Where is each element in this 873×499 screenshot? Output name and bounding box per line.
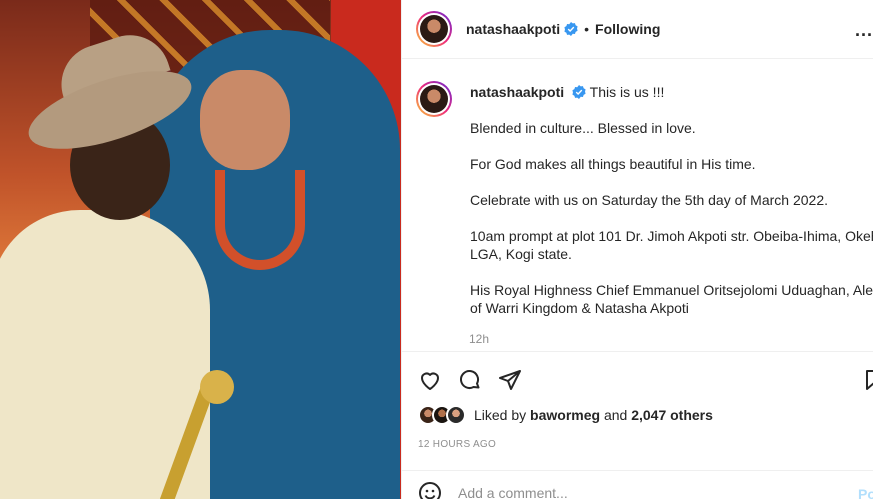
save-icon[interactable]: [862, 368, 873, 392]
photo-beads: [215, 170, 305, 270]
caption-relative-time[interactable]: 12h: [469, 332, 489, 346]
caption-line: This is us !!!: [589, 84, 665, 100]
verified-icon: [572, 85, 586, 99]
caption-paragraph: For God makes all things beautiful in Hi…: [470, 156, 756, 172]
more-icon[interactable]: ...: [855, 20, 873, 41]
photo-staff-top: [200, 370, 234, 404]
caption-username[interactable]: natashaakpoti: [470, 84, 564, 100]
emoji-icon[interactable]: [418, 481, 442, 499]
verified-icon: [564, 22, 578, 36]
caption-paragraph: 10am prompt at plot 101 Dr. Jimoh Akpoti…: [470, 228, 873, 244]
caption-paragraph-cont: LGA, Kogi state.: [470, 246, 572, 262]
photo-bride-face: [200, 70, 290, 170]
post-actions-bar: [402, 351, 873, 409]
comment-icon[interactable]: [458, 368, 482, 392]
post-comment-button[interactable]: Post: [858, 486, 873, 499]
avatar-image: [420, 15, 448, 43]
comment-bar: Post: [402, 470, 873, 499]
post-details-panel: natashaakpoti • Following ... natashaakp…: [401, 0, 873, 499]
caption-paragraph-cont: of Warri Kingdom & Natasha Akpoti: [470, 300, 689, 316]
caption-first-line: natashaakpoti This is us !!!: [470, 83, 873, 101]
caption-paragraph: Celebrate with us on Saturday the 5th da…: [470, 192, 828, 208]
comment-input[interactable]: [458, 485, 818, 499]
caption-text: natashaakpoti This is us !!! Blended in …: [470, 81, 873, 317]
post-header: natashaakpoti • Following ...: [402, 0, 873, 59]
header-username[interactable]: natashaakpoti: [466, 21, 560, 37]
likes-others-link[interactable]: 2,047 others: [631, 407, 713, 423]
liked-by-user[interactable]: bawormeg: [530, 407, 600, 423]
header-separator: •: [584, 21, 590, 37]
post-timestamp[interactable]: 12 HOURS AGO: [418, 439, 496, 450]
caption-paragraph: Blended in culture... Blessed in love.: [470, 120, 696, 136]
following-button[interactable]: Following: [595, 21, 660, 37]
caption-paragraph: His Royal Highness Chief Emmanuel Oritse…: [470, 282, 873, 298]
post-photo[interactable]: [0, 0, 401, 499]
avatar[interactable]: [416, 11, 452, 47]
likes-conjunction: and: [603, 407, 628, 423]
caption-avatar-ring-inner: [418, 83, 450, 115]
caption-avatar-image: [420, 85, 448, 113]
likes-row: Liked by bawormeg and 2,047 others: [418, 405, 713, 425]
post-caption: natashaakpoti This is us !!! Blended in …: [402, 59, 873, 351]
share-icon[interactable]: [498, 368, 522, 392]
caption-avatar[interactable]: [416, 81, 452, 117]
avatar-ring-inner: [418, 13, 450, 45]
heart-icon[interactable]: [418, 368, 442, 392]
liked-by-label: Liked by: [474, 407, 527, 423]
liker-avatar[interactable]: [446, 405, 466, 425]
